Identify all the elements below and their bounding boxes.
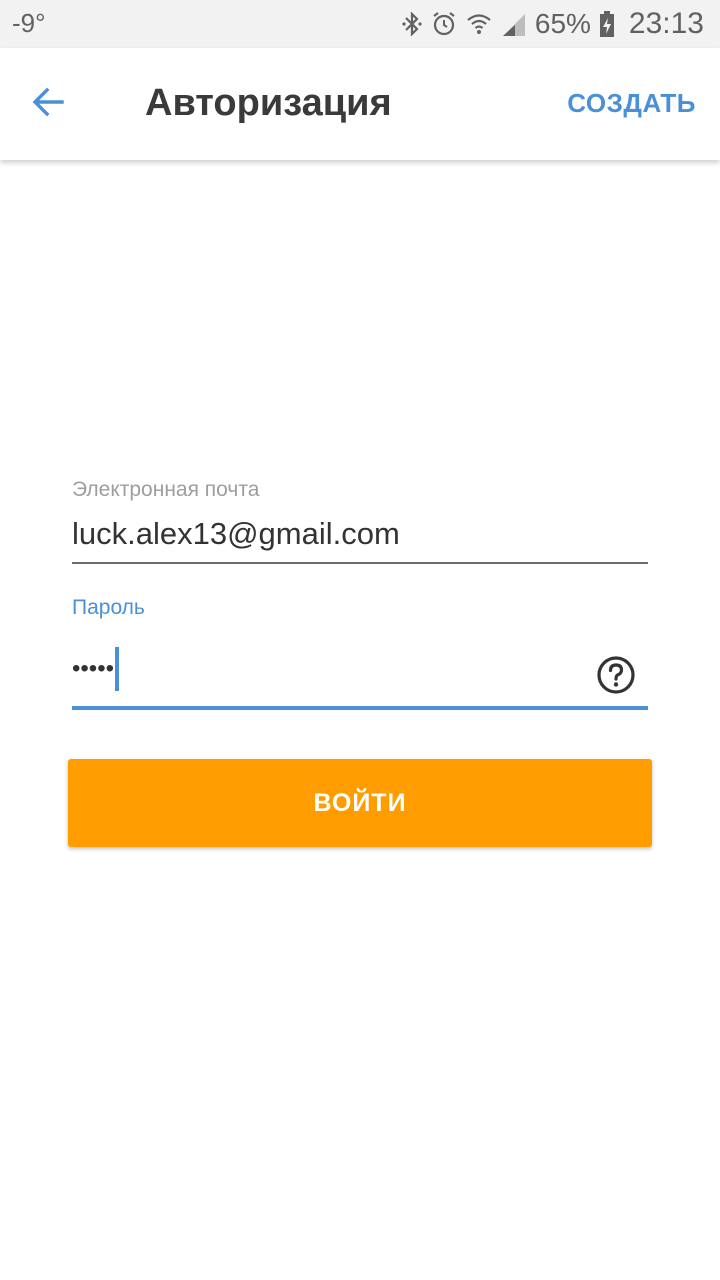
email-label: Электронная почта: [72, 478, 260, 501]
app-bar: Авторизация СОЗДАТЬ: [0, 48, 720, 160]
create-account-button[interactable]: СОЗДАТЬ: [567, 88, 696, 119]
email-field[interactable]: luck.alex13@gmail.com: [72, 510, 648, 564]
status-icons: 65% 23:13: [401, 0, 704, 48]
battery-charging-icon: [599, 10, 615, 38]
arrow-back-icon: [30, 84, 66, 125]
password-field[interactable]: •••••: [72, 628, 648, 710]
back-button[interactable]: [24, 80, 72, 128]
login-button[interactable]: ВОЙТИ: [68, 759, 652, 847]
page-title: Авторизация: [145, 82, 392, 124]
password-label: Пароль: [72, 596, 145, 619]
help-circle-icon[interactable]: [596, 646, 636, 694]
wifi-icon: [465, 10, 493, 38]
status-bar: -9° 65% 23:13: [0, 0, 720, 48]
password-value: •••••: [72, 654, 115, 682]
status-temperature: -9°: [12, 8, 46, 38]
signal-icon: [501, 10, 527, 38]
alarm-icon: [431, 10, 457, 38]
email-value: luck.alex13@gmail.com: [72, 516, 400, 551]
login-form: Электронная почта luck.alex13@gmail.com …: [72, 470, 648, 710]
battery-percent: 65%: [534, 8, 591, 39]
text-caret: [115, 646, 120, 691]
bluetooth-icon: [401, 10, 423, 38]
status-time: 23:13: [628, 7, 704, 40]
